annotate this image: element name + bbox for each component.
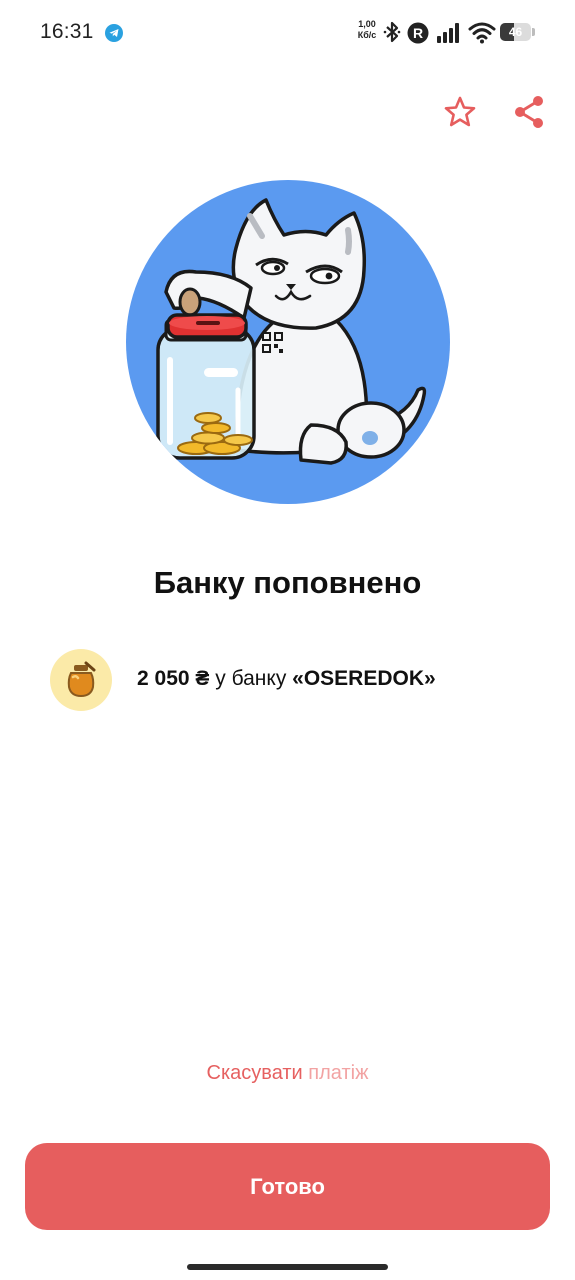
- bluetooth-icon: [382, 20, 402, 49]
- cancel-payment-label-part1: Скасувати: [206, 1062, 303, 1084]
- battery-level: 46: [508, 25, 523, 39]
- battery-indicator: 46: [500, 23, 531, 41]
- network-speed-unit: Кб/с: [357, 30, 377, 40]
- share-button[interactable]: [509, 92, 549, 132]
- page-title: Банку поповнено: [153, 565, 422, 600]
- transfer-middle-text: у банку: [209, 667, 293, 690]
- registered-icon: R: [407, 22, 429, 49]
- battery-cap: [532, 28, 535, 36]
- status-bar: 16:31 1,00 Кб/с R 46: [0, 0, 575, 68]
- cat-with-jar-illustration: [126, 180, 450, 504]
- favorite-button[interactable]: [440, 92, 480, 132]
- network-speed: 1,00 Кб/с: [353, 19, 381, 41]
- done-button[interactable]: Готово: [25, 1143, 550, 1230]
- signal-icon: [436, 22, 462, 49]
- cancel-payment-link[interactable]: Скасувати платіж: [0, 1062, 575, 1085]
- svg-text:R: R: [413, 25, 423, 41]
- home-indicator[interactable]: [187, 1264, 388, 1270]
- star-icon: [444, 96, 476, 127]
- honey-jar-icon: [67, 661, 96, 698]
- status-time: 16:31: [40, 20, 94, 43]
- cancel-payment-label-part2: платіж: [302, 1062, 369, 1084]
- network-speed-value: 1,00: [358, 19, 376, 29]
- share-icon: [515, 96, 543, 128]
- transfer-amount: 2 050 ₴: [137, 667, 210, 690]
- wifi-icon: [468, 21, 496, 50]
- transfer-info: 2 050 ₴ у банку «OSEREDOK»: [137, 667, 436, 691]
- telegram-icon: [105, 24, 123, 42]
- bank-name: «OSEREDOK»: [292, 667, 436, 690]
- honey-jar-badge: [50, 649, 112, 711]
